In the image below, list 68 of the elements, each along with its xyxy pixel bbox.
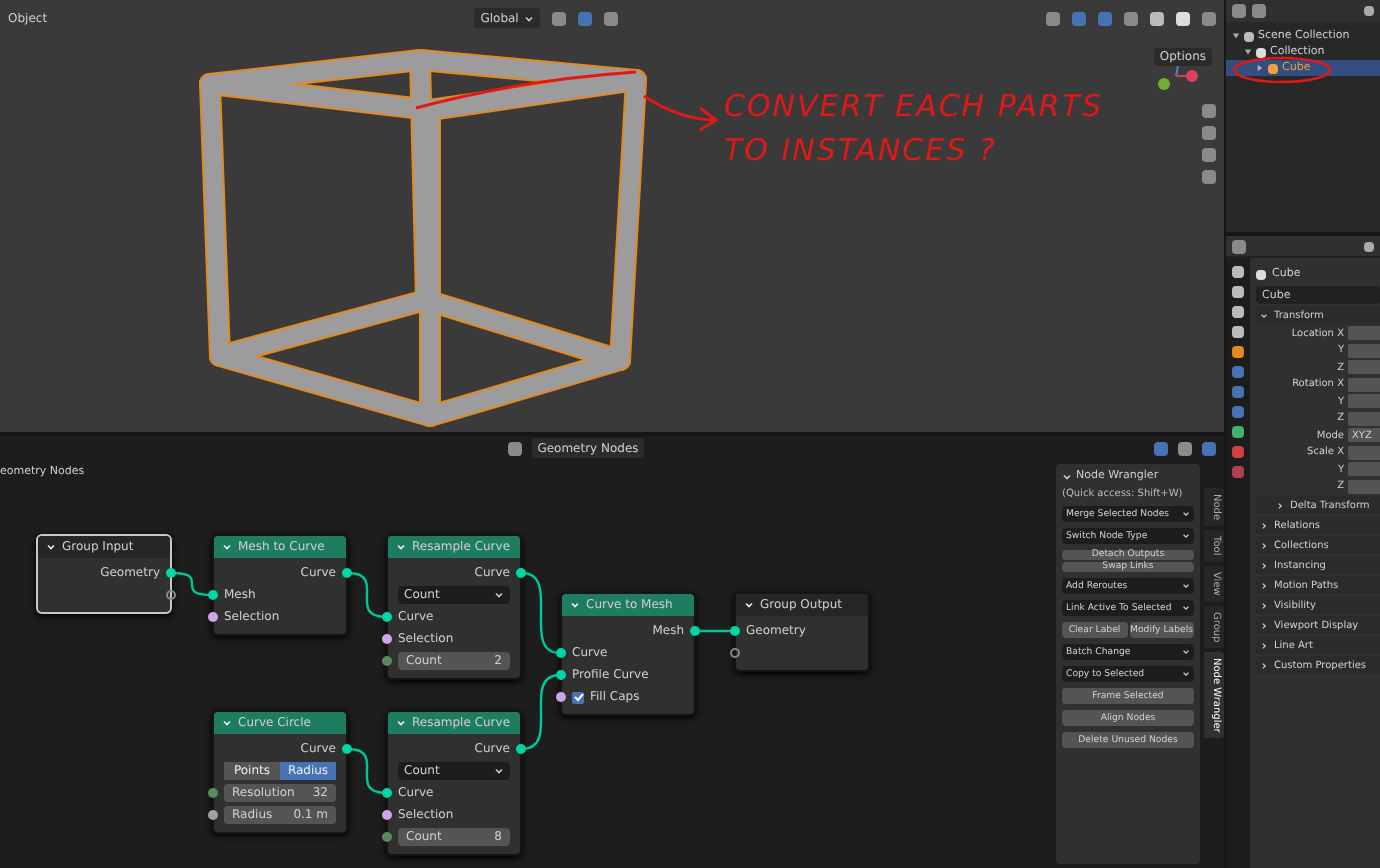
caret-icon xyxy=(46,542,56,552)
caret-icon xyxy=(1260,601,1268,609)
caret-icon xyxy=(1182,582,1190,590)
value-field[interactable] xyxy=(1348,360,1380,375)
socket-dot[interactable] xyxy=(382,634,392,644)
socket-dot[interactable] xyxy=(730,648,740,658)
socket-dot[interactable] xyxy=(342,568,352,578)
caret-icon xyxy=(396,718,406,728)
caret-icon xyxy=(1260,541,1268,549)
caret-icon xyxy=(1182,670,1190,678)
value-field[interactable] xyxy=(1348,394,1380,409)
caret-icon xyxy=(1260,521,1268,529)
collapse-arrow-icon[interactable] xyxy=(1256,64,1264,72)
node-wire xyxy=(521,571,561,655)
node-wire xyxy=(171,571,213,597)
socket-dot[interactable] xyxy=(556,692,566,702)
caret-icon xyxy=(1062,471,1072,481)
caret-icon xyxy=(570,600,580,610)
socket-dot[interactable] xyxy=(382,832,392,842)
caret-icon xyxy=(1182,604,1190,612)
caret-icon xyxy=(1260,621,1268,629)
caret-icon xyxy=(1260,311,1268,319)
socket-dot[interactable] xyxy=(516,568,526,578)
value-field[interactable] xyxy=(1348,377,1380,392)
caret-icon xyxy=(1260,561,1268,569)
node-wire xyxy=(347,571,387,619)
socket-dot[interactable] xyxy=(208,810,218,820)
value-field[interactable] xyxy=(1348,479,1380,494)
value-field[interactable] xyxy=(1348,343,1380,358)
caret-icon xyxy=(222,718,232,728)
node-wire xyxy=(696,629,734,633)
caret-icon xyxy=(1260,661,1268,669)
caret-icon xyxy=(524,13,535,23)
caret-icon xyxy=(1276,501,1284,509)
socket-dot[interactable] xyxy=(516,744,526,754)
socket-dot[interactable] xyxy=(382,788,392,798)
value-field[interactable] xyxy=(1348,462,1380,477)
caret-icon xyxy=(1182,648,1190,656)
annotation-circle xyxy=(1232,56,1332,84)
annotation-text: CONVERT EACH PARTS TO INSTANCES ? xyxy=(724,86,1104,172)
caret-icon xyxy=(494,766,504,776)
caret-icon xyxy=(1182,510,1190,518)
caret-icon xyxy=(494,590,504,600)
caret-icon xyxy=(1260,641,1268,649)
caret-icon xyxy=(1182,532,1190,540)
socket-dot[interactable] xyxy=(382,656,392,666)
value-field[interactable] xyxy=(1348,326,1380,341)
socket-dot[interactable] xyxy=(208,590,218,600)
checkbox[interactable] xyxy=(572,691,584,703)
socket-dot[interactable] xyxy=(382,810,392,820)
value-field[interactable] xyxy=(1348,411,1380,426)
socket-dot[interactable] xyxy=(208,612,218,622)
value-field[interactable] xyxy=(1348,445,1380,460)
caret-icon xyxy=(396,542,406,552)
socket-dot[interactable] xyxy=(382,612,392,622)
socket-dot[interactable] xyxy=(166,568,176,578)
caret-icon xyxy=(1260,581,1268,589)
caret-icon xyxy=(222,542,232,552)
caret-icon xyxy=(744,600,754,610)
socket-dot[interactable] xyxy=(690,626,700,636)
socket-dot[interactable] xyxy=(730,626,740,636)
socket-dot[interactable] xyxy=(166,590,176,600)
socket-dot[interactable] xyxy=(556,648,566,658)
socket-dot[interactable] xyxy=(208,788,218,798)
socket-dot[interactable] xyxy=(556,670,566,680)
socket-dot[interactable] xyxy=(342,744,352,754)
node-wire xyxy=(347,747,387,795)
node-wire xyxy=(521,673,561,751)
